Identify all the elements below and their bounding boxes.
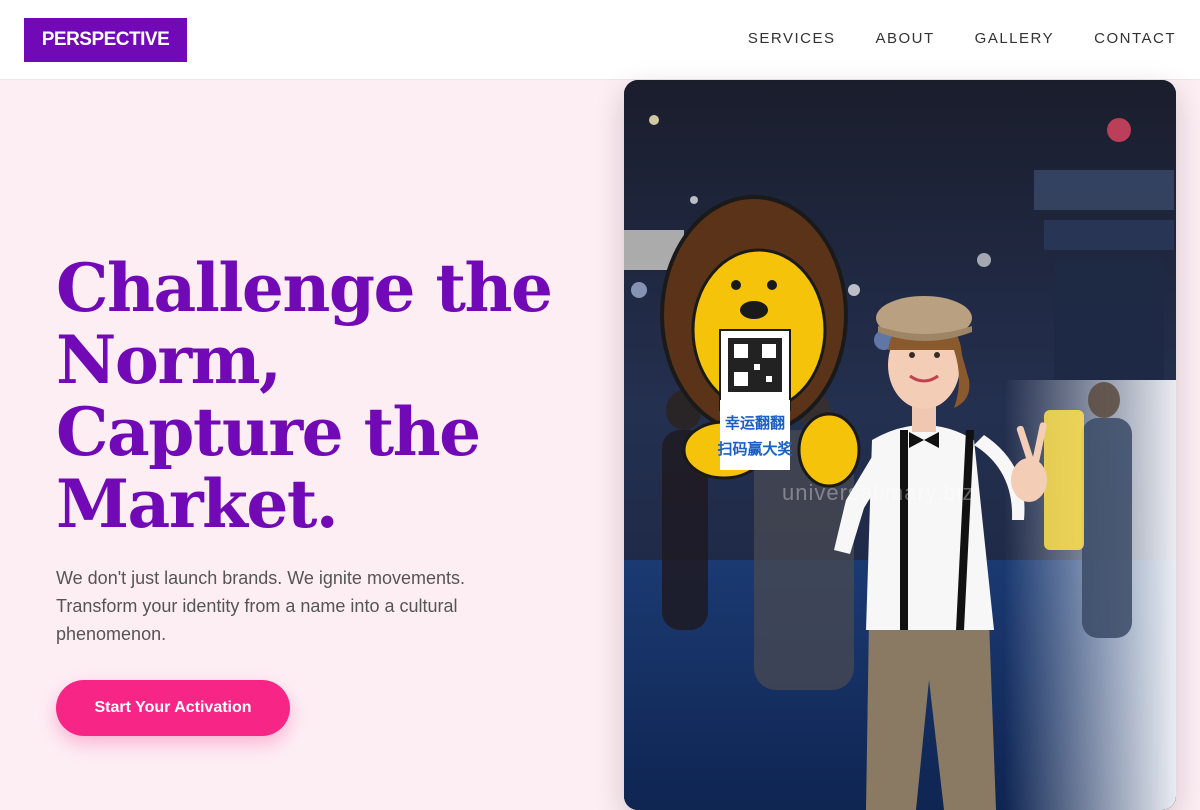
headline-line-1: Challenge the	[56, 249, 553, 327]
brand-logo[interactable]: PERSPECTIVE	[24, 18, 187, 62]
hero-headline: Challenge the Norm, Capture the Market.	[56, 252, 596, 540]
nav-link-gallery[interactable]: GALLERY	[975, 30, 1054, 47]
hero-subtext: We don't just launch brands. We ignite m…	[56, 568, 465, 644]
nav-link-contact[interactable]: CONTACT	[1094, 30, 1176, 47]
hero-image: 幸运翻翻 扫码赢大奖 universalimary.biz	[624, 80, 1176, 810]
headline-line-2: Norm,	[56, 321, 282, 399]
image-watermark: universalimary.biz	[782, 480, 975, 505]
hero-image-illustration: 幸运翻翻 扫码赢大奖	[624, 80, 1176, 810]
start-activation-button[interactable]: Start Your Activation	[56, 680, 290, 736]
nav-link-services[interactable]: SERVICES	[748, 30, 836, 47]
main-nav: SERVICES ABOUT GALLERY CONTACT	[748, 30, 1176, 47]
sign-text-line-1: 幸运翻翻	[725, 414, 785, 432]
headline-line-3: Capture the	[56, 393, 481, 471]
nav-link-about[interactable]: ABOUT	[875, 30, 934, 47]
site-header: PERSPECTIVE SERVICES ABOUT GALLERY CONTA…	[0, 0, 1200, 80]
sign-text-line-2: 扫码赢大奖	[717, 440, 793, 458]
headline-line-4: Market.	[56, 465, 339, 543]
